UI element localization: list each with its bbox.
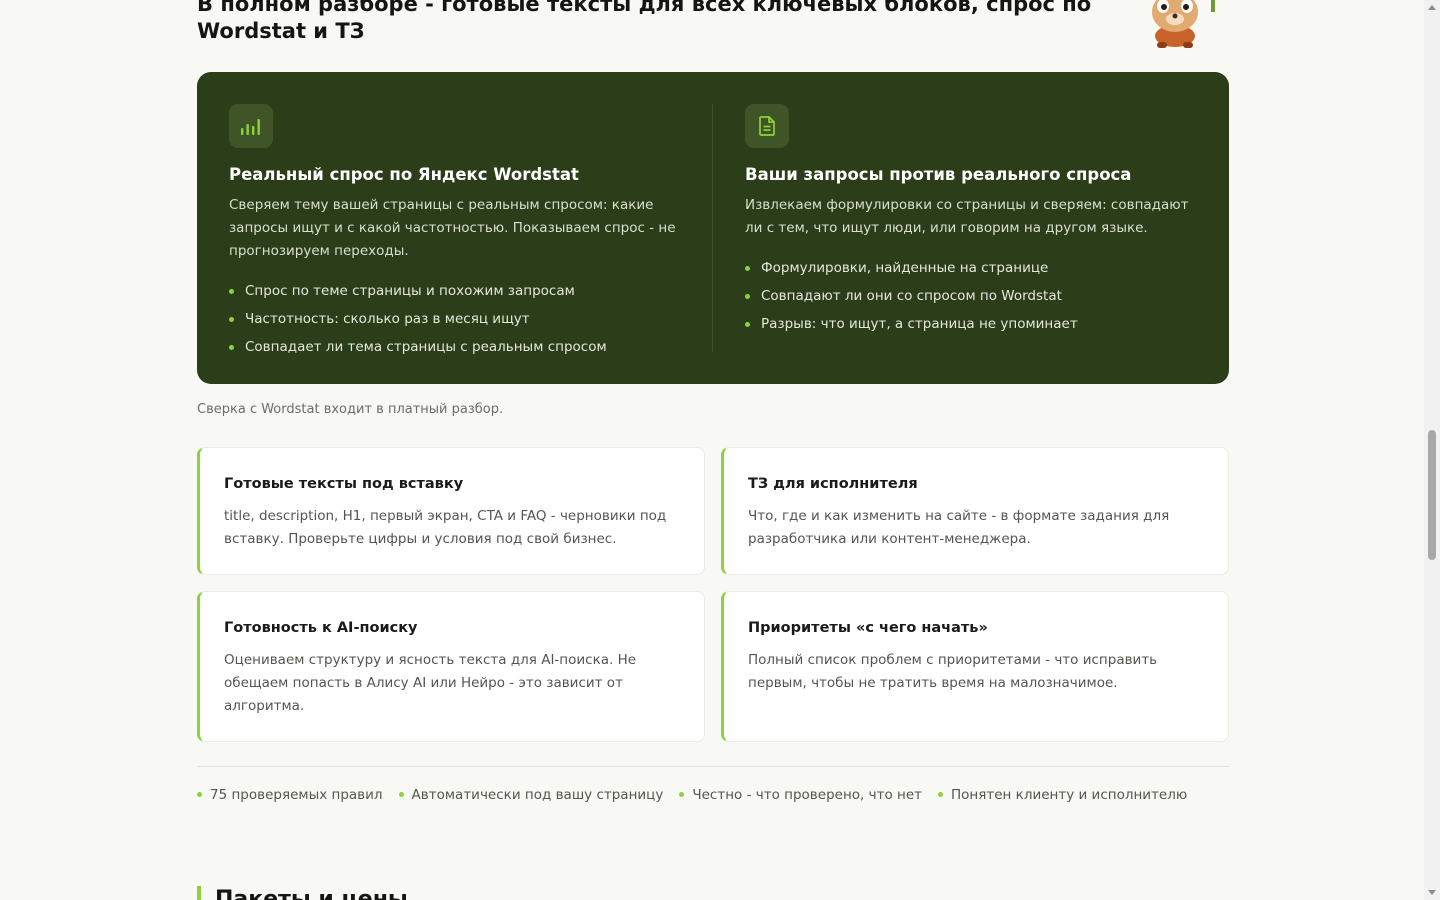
card-ai-search: Готовность к AI-поиску Оцениваем структу… xyxy=(197,591,705,742)
bar-chart-icon xyxy=(229,104,273,148)
list-item: Совпадают ли они со спросом по Wordstat xyxy=(745,282,1205,310)
list-item: Формулировки, найденные на странице xyxy=(745,254,1205,282)
list-item: Частотность: сколько раз в месяц ищут xyxy=(229,305,689,333)
scroll-up-icon[interactable] xyxy=(1428,5,1436,10)
wordstat-demand-column: Реальный спрос по Яндекс Wordstat Сверяе… xyxy=(229,104,689,361)
card-technical-task: ТЗ для исполнителя Что, где и как измени… xyxy=(721,447,1229,575)
divider xyxy=(197,766,1229,767)
card-title: Готовые тексты под вставку xyxy=(224,476,464,492)
list-item: Спрос по теме страницы и похожим запроса… xyxy=(229,277,689,305)
card-text: Что, где и как изменить на сайте - в фор… xyxy=(748,508,1170,547)
column-description: Сверяем тему вашей страницы с реальным с… xyxy=(229,197,676,259)
wordstat-note: Сверка с Wordstat входит в платный разбо… xyxy=(197,402,504,417)
feature-list: 75 проверяемых правил Автоматически под … xyxy=(197,785,1187,805)
card-priorities: Приоритеты «с чего начать» Полный список… xyxy=(721,591,1229,742)
section-title: В полном разборе - готовые тексты для вс… xyxy=(197,0,1092,43)
card-text: title, description, H1, первый экран, CT… xyxy=(224,508,667,547)
queries-vs-demand-column: Ваши запросы против реального спроса Изв… xyxy=(745,104,1205,338)
mascot-image xyxy=(1137,0,1229,48)
wordstat-panel: Реальный спрос по Яндекс Wordstat Сверяе… xyxy=(197,72,1229,384)
list-item: Разрыв: что ищут, а страница не упоминае… xyxy=(745,310,1205,338)
pricing-section-title: Пакеты и цены xyxy=(197,886,408,900)
column-title: Реальный спрос по Яндекс Wordstat xyxy=(229,165,579,184)
feature-item: Автоматически под вашу страницу xyxy=(398,785,663,805)
card-ready-texts: Готовые тексты под вставку title, descri… xyxy=(197,447,705,575)
column-description: Извлекаем формулировки со страницы и све… xyxy=(745,197,1189,236)
list-item: Совпадает ли тема страницы с реальным сп… xyxy=(229,333,689,361)
scrollbar-thumb[interactable] xyxy=(1428,430,1436,560)
feature-item: 75 проверяемых правил xyxy=(197,785,383,805)
card-title: Приоритеты «с чего начать» xyxy=(748,620,988,636)
page-content: В полном разборе - готовые тексты для вс… xyxy=(197,0,1229,900)
card-text: Оцениваем структуру и ясность текста для… xyxy=(224,652,637,714)
column-title: Ваши запросы против реального спроса xyxy=(745,165,1132,184)
feature-item: Честно - что проверено, что нет xyxy=(679,785,922,805)
column-bullets: Формулировки, найденные на странице Совп… xyxy=(745,254,1205,338)
panel-divider xyxy=(712,104,713,352)
card-text: Полный список проблем с приоритетами - ч… xyxy=(748,652,1158,691)
document-icon xyxy=(745,104,789,148)
vertical-scrollbar[interactable] xyxy=(1424,0,1440,900)
column-bullets: Спрос по теме страницы и похожим запроса… xyxy=(229,277,689,361)
feature-item: Понятен клиенту и исполнителю xyxy=(938,785,1187,805)
scroll-down-icon[interactable] xyxy=(1428,890,1436,895)
card-title: Готовность к AI-поиску xyxy=(224,620,418,636)
card-title: ТЗ для исполнителя xyxy=(748,476,918,492)
